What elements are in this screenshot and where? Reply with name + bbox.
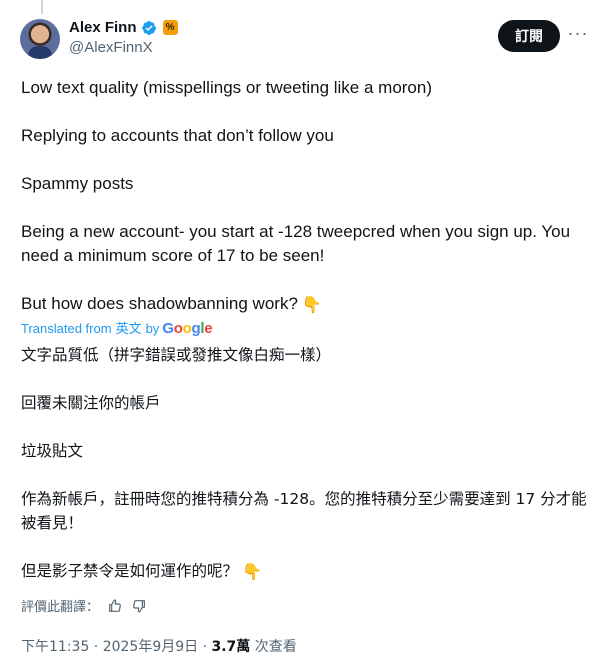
author-name-row: Alex Finn % [69, 19, 178, 36]
thumbs-down-icon[interactable] [131, 598, 147, 614]
translated-line-2: 回覆未關注你的帳戶 [21, 394, 161, 412]
original-line-2: Replying to accounts that don’t follow y… [21, 126, 334, 145]
original-line-5: But how does shadowbanning work? 👇 [21, 292, 593, 318]
thumbs-up-icon[interactable] [107, 598, 123, 614]
author-handle[interactable]: @AlexFinnX [69, 39, 153, 56]
translated-line-5-text: 但是影子禁令是如何運作的呢？ [21, 562, 239, 580]
more-options-icon[interactable]: ··· [566, 24, 590, 45]
tweet-header: Alex Finn % @AlexFinnX 訂閱 ··· [20, 17, 595, 63]
translated-line-3: 垃圾貼文 [21, 442, 84, 460]
translated-line-5: 但是影子禁令是如何運作的呢？ 👇 [21, 559, 593, 584]
google-logo: Google [162, 320, 213, 337]
original-line-5-text: But how does shadowbanning work? [21, 294, 298, 313]
translated-line-1: 文字品質低（拼字錯誤或發推文像白痴一樣） [21, 346, 332, 364]
translated-prefix: Translated from [21, 321, 112, 336]
tweet-body: Low text quality (misspellings or tweeti… [21, 76, 593, 584]
original-line-4: Being a new account- you start at -128 t… [21, 222, 571, 265]
thread-connector-line [41, 0, 43, 14]
avatar[interactable] [20, 19, 60, 59]
timestamp[interactable]: 下午11:35 · 2025年9月9日 · [21, 639, 212, 655]
rate-translation: 評價此翻譯： [21, 596, 147, 615]
view-count: 3.7萬 [211, 639, 251, 655]
affiliate-badge-icon: % [162, 20, 178, 35]
translated-by: by [145, 321, 160, 336]
author-name[interactable]: Alex Finn [69, 19, 137, 36]
rate-translation-label: 評價此翻譯： [21, 600, 100, 615]
original-line-1: Low text quality (misspellings or tweeti… [21, 78, 433, 97]
translated-language: 英文 [115, 321, 142, 336]
pointing-down-emoji-icon-2: 👇 [242, 562, 262, 581]
pointing-down-emoji-icon: 👇 [301, 297, 322, 314]
tweet-meta: 下午11:35 · 2025年9月9日 · 3.7萬 次查看 [21, 636, 297, 656]
avatar-figure [28, 46, 52, 59]
translated-from-note[interactable]: Translated from 英文 by Google [21, 321, 593, 337]
views-label: 次查看 [250, 639, 297, 655]
subscribe-button[interactable]: 訂閱 [498, 20, 560, 52]
translated-text: 文字品質低（拼字錯誤或發推文像白痴一樣） 回覆未關注你的帳戶 垃圾貼文 作為新帳… [21, 343, 593, 584]
translated-line-4: 作為新帳戶，註冊時您的推特積分為 -128。您的推特積分至少需要達到 17 分才… [21, 490, 587, 532]
original-line-3: Spammy posts [21, 174, 134, 193]
verified-badge-icon [141, 20, 156, 35]
